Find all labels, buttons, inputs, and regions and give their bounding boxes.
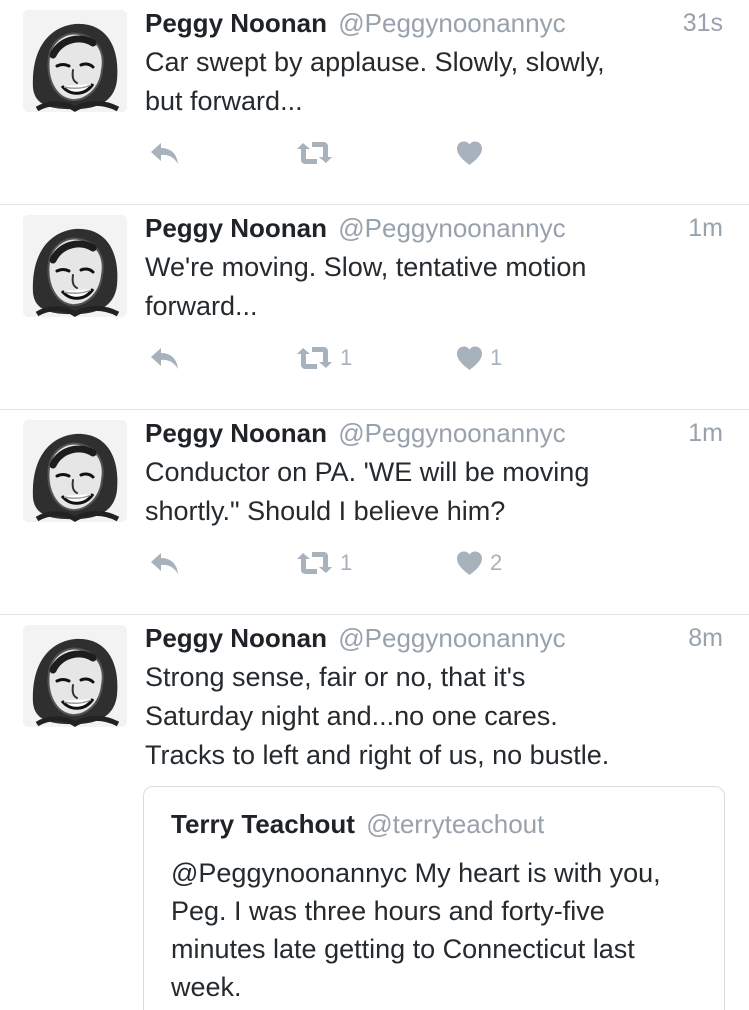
quoted-tweet-header: Terry Teachout @terryteachout bbox=[171, 809, 544, 839]
author-name[interactable]: Peggy Noonan bbox=[145, 213, 327, 243]
reply-icon bbox=[151, 553, 178, 574]
heart-icon bbox=[457, 346, 482, 370]
timestamp[interactable]: 8m bbox=[688, 623, 723, 653]
quoted-author-name[interactable]: Terry Teachout bbox=[171, 809, 355, 839]
retweet-button[interactable]: 1 bbox=[295, 342, 352, 374]
like-button[interactable]: 2 bbox=[455, 547, 502, 579]
retweet-button[interactable]: 1 bbox=[295, 547, 352, 579]
avatar[interactable] bbox=[23, 420, 127, 522]
author-name[interactable]: Peggy Noonan bbox=[145, 623, 327, 653]
like-count: 1 bbox=[490, 345, 503, 370]
reply-icon bbox=[151, 143, 178, 164]
tweet-text: We're moving. Slow, tentative motion for… bbox=[145, 252, 587, 321]
timestamp[interactable]: 1m bbox=[688, 213, 723, 243]
reply-icon bbox=[151, 348, 178, 369]
like-count: 2 bbox=[490, 550, 503, 575]
tweet-card[interactable]: Peggy Noonan @Peggynoonannyc 1m Conducto… bbox=[0, 410, 749, 615]
reply-button[interactable] bbox=[147, 137, 181, 169]
retweet-count: 1 bbox=[340, 345, 353, 370]
reply-button[interactable] bbox=[147, 547, 181, 579]
reply-button[interactable] bbox=[147, 342, 181, 374]
quoted-author-handle[interactable]: @terryteachout bbox=[366, 809, 544, 839]
retweet-count: 1 bbox=[340, 550, 353, 575]
like-button[interactable]: 1 bbox=[455, 342, 502, 374]
tweet-header: Peggy Noonan @Peggynoonannyc 31s bbox=[145, 8, 723, 38]
retweet-button[interactable] bbox=[295, 137, 340, 169]
author-handle[interactable]: @Peggynoonannyc bbox=[338, 213, 565, 243]
heart-icon bbox=[457, 141, 482, 165]
author-handle[interactable]: @Peggynoonannyc bbox=[338, 623, 565, 653]
heart-icon bbox=[457, 551, 482, 575]
timestamp[interactable]: 31s bbox=[683, 8, 723, 38]
tweet-text: Conductor on PA. 'WE will be moving shor… bbox=[145, 457, 590, 526]
tweet-header: Peggy Noonan @Peggynoonannyc 1m bbox=[145, 418, 723, 448]
tweet-actions: 1 2 bbox=[145, 547, 565, 579]
avatar[interactable] bbox=[23, 10, 127, 112]
tweet-card[interactable]: Peggy Noonan @Peggynoonannyc 31s Car swe… bbox=[0, 0, 749, 205]
tweet-text: Car swept by applause. Slowly, slowly, b… bbox=[145, 47, 605, 116]
avatar[interactable] bbox=[23, 215, 127, 317]
tweet-timeline: Peggy Noonan @Peggynoonannyc 31s Car swe… bbox=[0, 0, 749, 1010]
like-button[interactable] bbox=[455, 137, 490, 169]
author-handle[interactable]: @Peggynoonannyc bbox=[338, 418, 565, 448]
author-name[interactable]: Peggy Noonan bbox=[145, 8, 327, 38]
retweet-icon bbox=[297, 142, 332, 164]
tweet-actions bbox=[145, 137, 565, 169]
author-handle[interactable]: @Peggynoonannyc bbox=[338, 8, 565, 38]
retweet-icon bbox=[297, 347, 332, 369]
author-name[interactable]: Peggy Noonan bbox=[145, 418, 327, 448]
tweet-text: Strong sense, fair or no, that it's Satu… bbox=[145, 662, 610, 770]
tweet-actions: 1 1 bbox=[145, 342, 565, 374]
quoted-tweet-text: @Peggynoonannyc My heart is with you, Pe… bbox=[171, 858, 661, 1002]
quoted-tweet-card[interactable]: Terry Teachout @terryteachout @Peggynoon… bbox=[143, 786, 725, 1010]
tweet-card[interactable]: Peggy Noonan @Peggynoonannyc 1m We're mo… bbox=[0, 205, 749, 410]
tweet-header: Peggy Noonan @Peggynoonannyc 1m bbox=[145, 213, 723, 243]
timestamp[interactable]: 1m bbox=[688, 418, 723, 448]
retweet-icon bbox=[297, 552, 332, 574]
tweet-header: Peggy Noonan @Peggynoonannyc 8m bbox=[145, 623, 723, 653]
avatar[interactable] bbox=[23, 625, 127, 727]
